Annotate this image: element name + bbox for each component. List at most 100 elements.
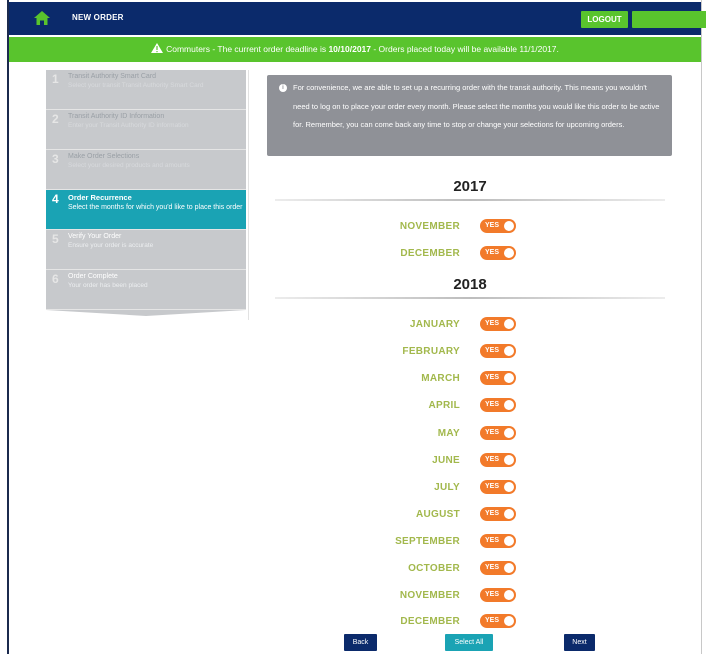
month-row-2017-december: DECEMBER YES [360, 246, 530, 262]
toggle-label: YES [485, 320, 500, 327]
year-heading-2018: 2018 [453, 276, 487, 293]
next-button[interactable]: Next [564, 634, 595, 651]
notice-deadline-date: 10/10/2017 [328, 44, 371, 54]
month-toggle[interactable]: YES [480, 507, 516, 521]
toggle-knob [504, 346, 514, 356]
logout-button[interactable]: LOGOUT [581, 11, 628, 28]
step-description: Enter your Transit Authority ID informat… [68, 122, 189, 129]
month-label: DECEMBER [400, 248, 460, 259]
month-row-2018-january: JANUARY YES [360, 317, 530, 333]
step-smart-card[interactable]: 1 Transit Authority Smart Card Select yo… [46, 70, 246, 110]
toggle-knob [504, 590, 514, 600]
step-number: 3 [52, 152, 59, 166]
info-icon: i [279, 84, 287, 92]
back-button[interactable]: Back [344, 634, 377, 651]
toggle-label: YES [485, 401, 500, 408]
home-icon[interactable] [34, 11, 50, 25]
year-heading-2017: 2017 [453, 178, 487, 195]
notice-text-prefix: Commuters - The current order deadline i… [166, 44, 329, 54]
month-toggle[interactable]: YES [480, 561, 516, 575]
month-label: AUGUST [415, 509, 460, 520]
step-verify-order[interactable]: 5 Verify Your Order Ensure your order is… [46, 230, 246, 270]
top-navigation-bar: NEW ORDER LOGOUT [9, 2, 706, 35]
notice-text-suffix: - Orders placed today will be available … [371, 44, 559, 54]
info-text: For convenience, we are able to set up a… [293, 83, 660, 129]
month-toggle[interactable]: YES [480, 344, 516, 358]
right-frame-border [701, 0, 702, 654]
month-label: NOVEMBER [399, 221, 460, 232]
step-order-recurrence[interactable]: 4 Order Recurrence Select the months for… [46, 190, 246, 230]
month-toggle[interactable]: YES [480, 426, 516, 440]
month-toggle[interactable]: YES [480, 480, 516, 494]
month-row-2018-november: NOVEMBER YES [360, 588, 530, 604]
month-toggle[interactable]: YES [480, 317, 516, 331]
toggle-label: YES [485, 249, 500, 256]
toggle-knob [504, 455, 514, 465]
month-toggle[interactable]: YES [480, 588, 516, 602]
toggle-knob [504, 319, 514, 329]
step-order-complete[interactable]: 6 Order Complete Your order has been pla… [46, 270, 246, 310]
step-description: Select the months for which you'd like t… [68, 204, 243, 211]
month-row-2018-september: SEPTEMBER YES [360, 534, 530, 550]
step-number: 4 [52, 192, 59, 206]
toggle-knob [504, 482, 514, 492]
month-row-2018-august: AUGUST YES [360, 507, 530, 523]
month-toggle[interactable]: YES [480, 398, 516, 412]
toggle-label: YES [485, 617, 500, 624]
toggle-knob [504, 248, 514, 258]
step-title: Transit Authority ID Information [68, 113, 165, 120]
month-row-2018-december: DECEMBER YES [360, 614, 530, 630]
step-number: 5 [52, 232, 59, 246]
month-label: NOVEMBER [399, 590, 460, 601]
step-description: Select your desired products and amounts [68, 162, 190, 169]
user-account-box[interactable] [632, 11, 706, 28]
order-steps-sidebar: 1 Transit Authority Smart Card Select yo… [46, 70, 246, 316]
toggle-label: YES [485, 564, 500, 571]
toggle-knob [504, 221, 514, 231]
step-number: 2 [52, 112, 59, 126]
warning-icon [151, 43, 164, 53]
toggle-knob [504, 373, 514, 383]
step-description: Ensure your order is accurate [68, 242, 154, 249]
month-label: JANUARY [409, 319, 460, 330]
month-row-2018-july: JULY YES [360, 480, 530, 496]
step-title: Transit Authority Smart Card [68, 73, 157, 80]
step-order-selections[interactable]: 3 Make Order Selections Select your desi… [46, 150, 246, 190]
toggle-label: YES [485, 374, 500, 381]
toggle-knob [504, 536, 514, 546]
month-toggle[interactable]: YES [480, 246, 516, 260]
step-title: Order Complete [68, 273, 118, 280]
month-row-2018-june: JUNE YES [360, 453, 530, 469]
toggle-knob [504, 400, 514, 410]
month-row-2018-april: APRIL YES [360, 398, 530, 414]
month-label: JUNE [432, 455, 460, 466]
month-toggle[interactable]: YES [480, 371, 516, 385]
step-description: Select your transit Transit Authority Sm… [68, 82, 204, 89]
step-title: Order Recurrence [68, 193, 132, 202]
recurrence-info-box: i For convenience, we are able to set up… [267, 75, 672, 156]
month-label: OCTOBER [408, 563, 460, 574]
month-label: APRIL [428, 400, 460, 411]
month-toggle[interactable]: YES [480, 453, 516, 467]
year-divider [275, 199, 665, 201]
month-row-2018-may: MAY YES [360, 426, 530, 442]
month-label: JULY [434, 482, 460, 493]
month-label: MAY [437, 428, 460, 439]
left-frame-border [7, 0, 9, 654]
steps-pointer-tail [46, 310, 246, 316]
step-number: 6 [52, 272, 59, 286]
step-title: Verify Your Order [68, 233, 122, 240]
step-id-information[interactable]: 2 Transit Authority ID Information Enter… [46, 110, 246, 150]
select-all-button[interactable]: Select All [445, 634, 493, 651]
toggle-label: YES [485, 429, 500, 436]
month-toggle[interactable]: YES [480, 219, 516, 233]
month-label: MARCH [421, 373, 460, 384]
month-toggle[interactable]: YES [480, 534, 516, 548]
toggle-knob [504, 563, 514, 573]
toggle-label: YES [485, 347, 500, 354]
month-row-2018-march: MARCH YES [360, 371, 530, 387]
month-label: DECEMBER [400, 616, 460, 627]
toggle-label: YES [485, 510, 500, 517]
step-number: 1 [52, 72, 59, 86]
month-toggle[interactable]: YES [480, 614, 516, 628]
